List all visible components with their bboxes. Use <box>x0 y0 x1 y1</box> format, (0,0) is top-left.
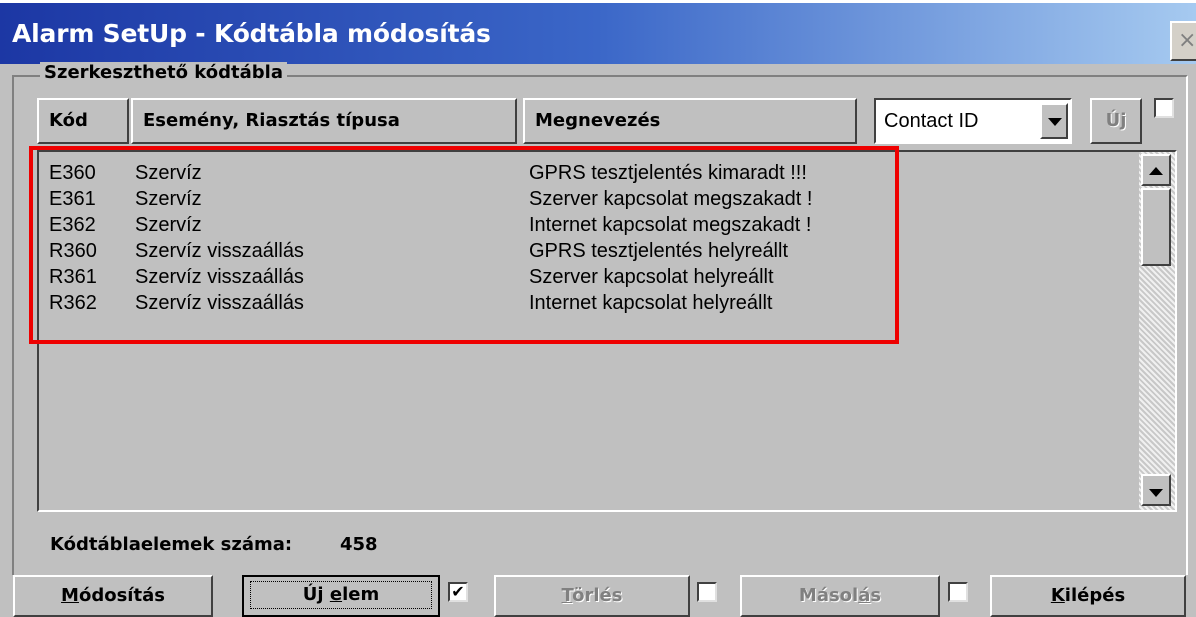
protocol-select[interactable]: Contact ID <box>874 98 1072 144</box>
uj-elem-checkbox[interactable]: ✔ <box>448 582 468 602</box>
torles-accel: T <box>561 585 573 606</box>
uj-elem-button[interactable]: Új elem <box>242 575 440 617</box>
vertical-scrollbar[interactable] <box>1139 152 1175 510</box>
masolas-button[interactable]: Másolás <box>740 575 940 617</box>
masolas-label-pre: Másol <box>798 585 859 606</box>
group-label: Szerkeszthető kódtábla <box>40 62 287 83</box>
uj-elem-label-post: lem <box>342 584 380 605</box>
torles-checkbox[interactable] <box>697 582 717 602</box>
checkmark-icon: ✔ <box>451 582 465 601</box>
uj-button[interactable]: Új <box>1090 98 1142 144</box>
protocol-value: Contact ID <box>884 110 979 132</box>
protocol-dropdown-button[interactable] <box>1040 103 1068 139</box>
column-header-esemeny[interactable]: Esemény, Riasztás típusa <box>131 98 517 144</box>
item-count-value: 458 <box>340 534 378 555</box>
column-header-kod[interactable]: Kód <box>37 98 129 144</box>
uj-elem-accel: e <box>329 584 343 605</box>
item-count-label: Kódtáblaelemek száma: <box>50 534 293 555</box>
title-bar: Alarm SetUp - Kódtábla módosítás × <box>0 0 1196 64</box>
highlight-box <box>29 146 899 344</box>
arrow-up-icon <box>1149 167 1163 175</box>
modositas-label-post: ódosítás <box>78 585 165 606</box>
uj-elem-label-pre: Új <box>302 584 330 605</box>
torles-button[interactable]: Törlés <box>494 575 690 617</box>
masolas-accel: á <box>858 585 871 606</box>
chevron-down-icon <box>1048 118 1062 126</box>
uj-elem-focus: Új elem <box>250 581 432 609</box>
torles-label-post: örlés <box>572 585 623 606</box>
scroll-down-button[interactable] <box>1141 474 1171 506</box>
kilepes-accel: K <box>1050 585 1065 606</box>
modositas-accel: M <box>61 585 79 606</box>
masolas-label-post: s <box>870 585 882 606</box>
masolas-checkbox[interactable] <box>948 582 968 602</box>
kilepes-button[interactable]: Kilépés <box>990 575 1186 617</box>
close-button[interactable]: × <box>1170 21 1196 61</box>
uj-checkbox[interactable] <box>1154 98 1174 118</box>
column-header-megnevezes[interactable]: Megnevezés <box>523 98 857 144</box>
modositas-button[interactable]: Módosítás <box>13 575 213 617</box>
close-icon: × <box>1178 28 1196 53</box>
scroll-thumb[interactable] <box>1141 188 1171 266</box>
arrow-down-icon <box>1149 489 1163 497</box>
window-title: Alarm SetUp - Kódtábla módosítás <box>12 19 491 48</box>
kilepes-label-post: ilépés <box>1064 585 1126 606</box>
scroll-up-button[interactable] <box>1141 154 1171 186</box>
